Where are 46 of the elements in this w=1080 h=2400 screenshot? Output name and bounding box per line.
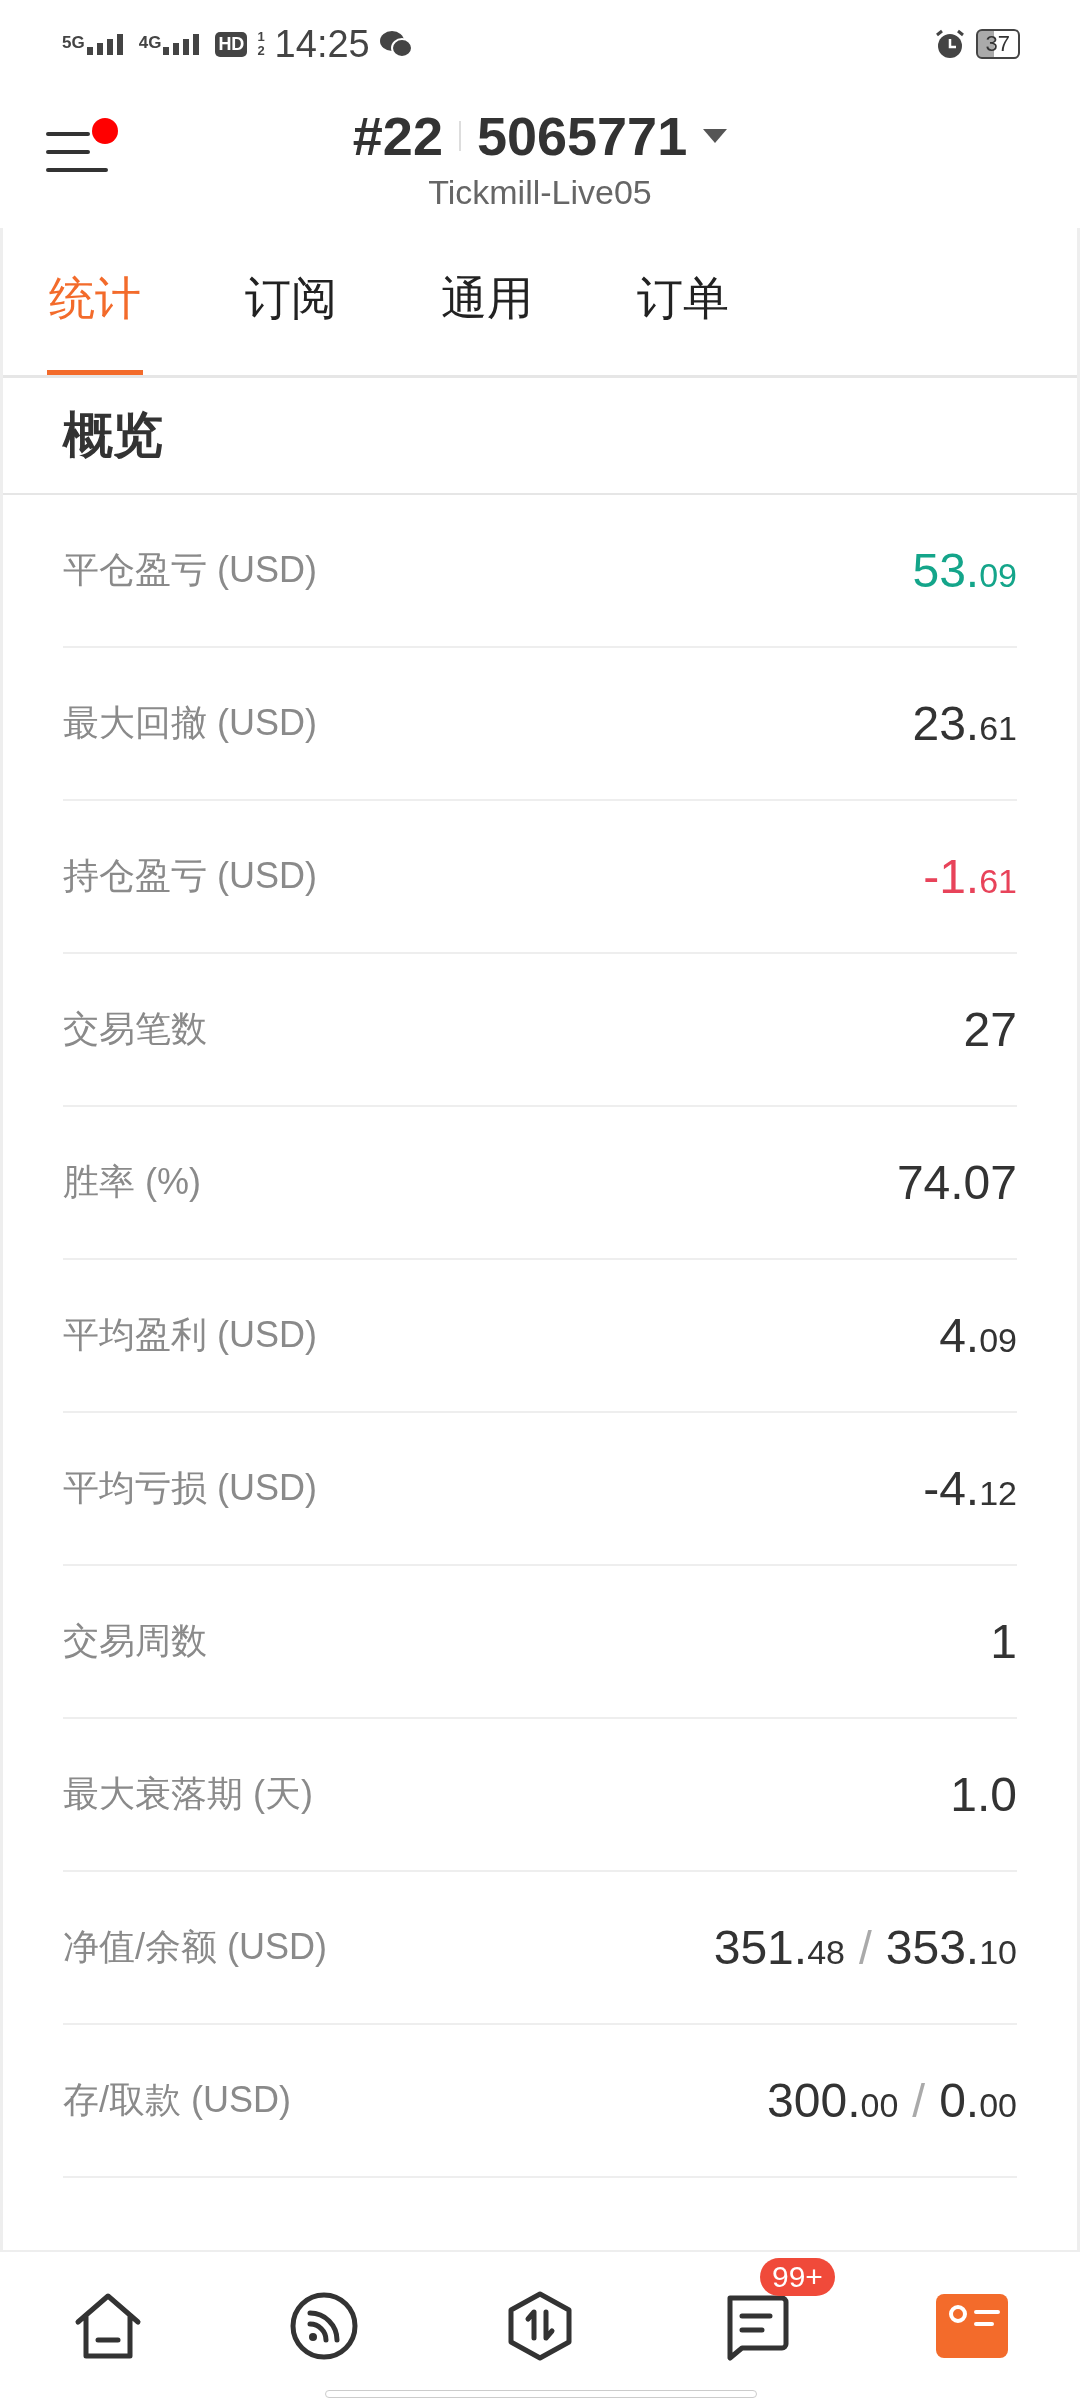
stat-value: 300.00	[767, 2073, 899, 2128]
sim-number: 2	[257, 44, 265, 58]
stat-label: 平均盈利 (USD)	[63, 1313, 317, 1357]
stat-label: 平均亏损 (USD)	[63, 1466, 317, 1510]
stat-value: 27	[963, 1002, 1017, 1057]
value-separator: /	[912, 2074, 926, 2128]
tab[interactable]: 订阅	[243, 228, 339, 375]
stat-value: -1.61	[923, 849, 1017, 904]
alarm-icon	[933, 28, 966, 60]
stat-label: 最大回撤 (USD)	[63, 701, 317, 745]
stat-value: 4.09	[939, 1308, 1017, 1363]
stat-label: 交易笔数	[63, 1007, 207, 1051]
section-title: 概览	[3, 378, 1077, 495]
stat-label: 交易周数	[63, 1619, 207, 1663]
stat-label: 胜率 (%)	[63, 1160, 201, 1204]
stat-value: 1.0	[950, 1767, 1017, 1822]
stat-value: 353.10	[885, 1920, 1017, 1975]
dropdown-caret-icon[interactable]	[703, 128, 728, 143]
battery-indicator: 37	[975, 29, 1020, 59]
account-number: 5065771	[476, 104, 688, 167]
stat-value: -4.12	[923, 1461, 1017, 1516]
stat-label: 平仓盈亏 (USD)	[63, 548, 317, 592]
profile-card-icon[interactable]	[936, 2294, 1008, 2358]
network-label: 5G	[62, 33, 85, 53]
server-name: Tickmill-Live05	[428, 172, 652, 212]
stat-value: 74.07	[896, 1155, 1017, 1210]
network-label: 4G	[138, 33, 162, 53]
chat-bubbles-icon	[379, 29, 412, 59]
tab[interactable]: 通用	[439, 228, 535, 375]
account-prefix: #22	[352, 104, 443, 167]
broadcast-icon[interactable]	[288, 2290, 360, 2362]
stat-label: 持仓盈亏 (USD)	[63, 854, 317, 898]
tab[interactable]: 订单	[635, 228, 731, 375]
stat-value: 0.00	[939, 2073, 1017, 2128]
stat-value: 1	[990, 1614, 1017, 1669]
stat-label: 存/取款 (USD)	[63, 2078, 291, 2122]
unread-badge: 99+	[760, 2258, 835, 2296]
sim-number: 1	[257, 30, 265, 44]
value-separator: /	[858, 1921, 872, 1975]
stat-value: 23.61	[912, 696, 1017, 751]
clock-time: 14:25	[274, 22, 370, 66]
hd-voice-badge: HD	[215, 31, 248, 57]
stat-value: 351.48	[713, 1920, 845, 1975]
stat-value: 53.09	[912, 543, 1017, 598]
stat-label: 最大衰落期 (天)	[63, 1772, 313, 1816]
stat-label: 净值/余额 (USD)	[63, 1925, 327, 1969]
